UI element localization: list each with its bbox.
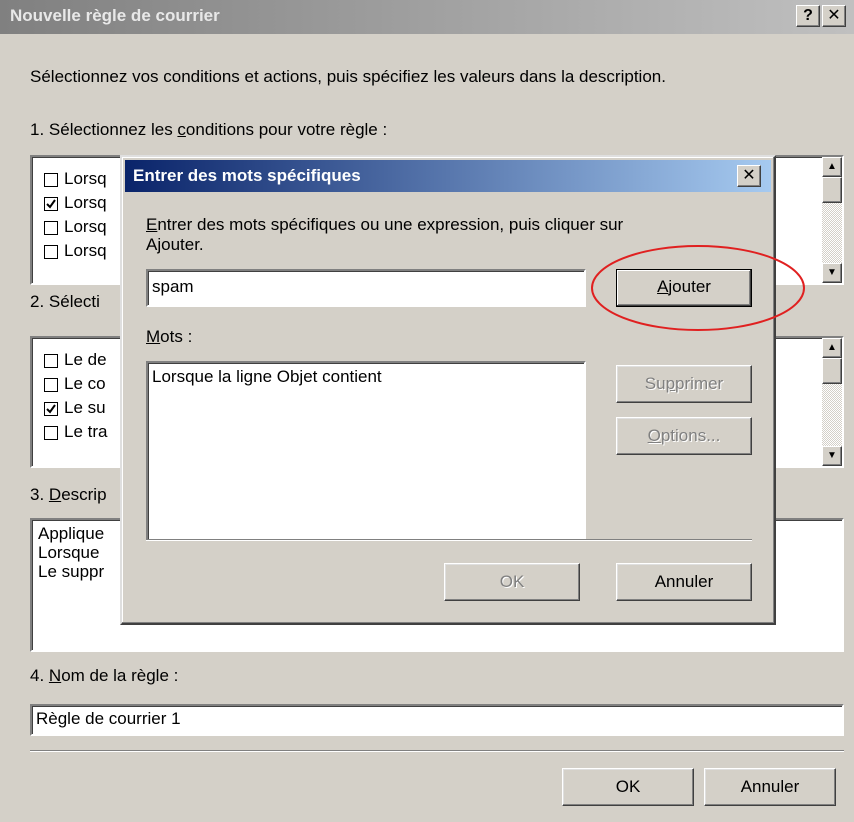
divider <box>30 750 844 752</box>
checkbox[interactable] <box>44 220 58 235</box>
annotation-circle <box>591 245 805 331</box>
scroll-thumb[interactable] <box>822 358 842 384</box>
enter-words-dialog[interactable]: Entrer des mots spécifiques ✕ Entrer des… <box>120 155 776 625</box>
list-item-label: Le de <box>64 350 107 369</box>
step4-label: 4. Nom de la règle : <box>30 666 179 685</box>
list-item-label: Le tra <box>64 422 108 441</box>
scroll-thumb[interactable] <box>822 177 842 203</box>
list-item-label: Lorsq <box>64 217 107 236</box>
step3-label: 3. Descrip <box>30 485 107 504</box>
remove-button[interactable]: Supprimer <box>616 365 752 403</box>
conditions-scrollbar[interactable]: ▲ ▼ <box>822 157 842 283</box>
words-list[interactable]: Lorsque la ligne Objet contient <box>146 361 586 541</box>
checkmark-icon <box>46 198 56 209</box>
step2-label: 2. Sélecti <box>30 292 100 311</box>
ok-button[interactable]: OK <box>562 768 694 806</box>
words-input-value: spam <box>152 277 194 296</box>
checkbox[interactable] <box>44 425 58 440</box>
actions-scrollbar[interactable]: ▲ ▼ <box>822 338 842 466</box>
rule-name-input[interactable]: Règle de courrier 1 <box>30 704 844 736</box>
checkbox-checked[interactable] <box>44 401 58 416</box>
dialog-title: Entrer des mots spécifiques <box>133 166 361 185</box>
options-button[interactable]: Options... <box>616 417 752 455</box>
cancel-button[interactable]: Annuler <box>704 768 836 806</box>
scroll-down-icon[interactable]: ▼ <box>822 446 842 466</box>
checkmark-icon <box>46 403 56 414</box>
intro-text: Sélectionnez vos conditions et actions, … <box>30 67 666 86</box>
dialog-title-bar[interactable]: Entrer des mots spécifiques ✕ <box>125 160 771 192</box>
dialog-instruction: Entrer des mots spécifiques ou une expre… <box>146 215 624 254</box>
dialog-ok-button[interactable]: OK <box>444 563 580 601</box>
dialog-close-button[interactable]: ✕ <box>737 165 761 187</box>
words-input[interactable]: spam <box>146 269 586 307</box>
words-label: Mots : <box>146 327 193 346</box>
close-button[interactable]: ✕ <box>822 5 846 27</box>
checkbox[interactable] <box>44 244 58 259</box>
checkbox[interactable] <box>44 377 58 392</box>
dialog-cancel-button[interactable]: Annuler <box>616 563 752 601</box>
dialog-divider <box>146 539 752 541</box>
checkbox[interactable] <box>44 353 58 368</box>
help-button[interactable]: ? <box>796 5 820 27</box>
list-item-label: Le su <box>64 398 106 417</box>
scroll-down-icon[interactable]: ▼ <box>822 263 842 283</box>
window-title: Nouvelle règle de courrier <box>10 6 220 25</box>
rule-name-value: Règle de courrier 1 <box>36 709 181 728</box>
window-title-bar[interactable]: Nouvelle règle de courrier ? ✕ <box>0 0 854 34</box>
list-item-label: Le co <box>64 374 106 393</box>
list-item-label: Lorsq <box>64 169 107 188</box>
scroll-up-icon[interactable]: ▲ <box>822 338 842 358</box>
checkbox-checked[interactable] <box>44 196 58 211</box>
list-item-label: Lorsq <box>64 193 107 212</box>
scroll-up-icon[interactable]: ▲ <box>822 157 842 177</box>
list-item-label: Lorsq <box>64 241 107 260</box>
list-item[interactable]: Lorsque la ligne Objet contient <box>148 363 584 391</box>
checkbox[interactable] <box>44 172 58 187</box>
step1-label: 1. Sélectionnez les conditions pour votr… <box>30 120 388 139</box>
